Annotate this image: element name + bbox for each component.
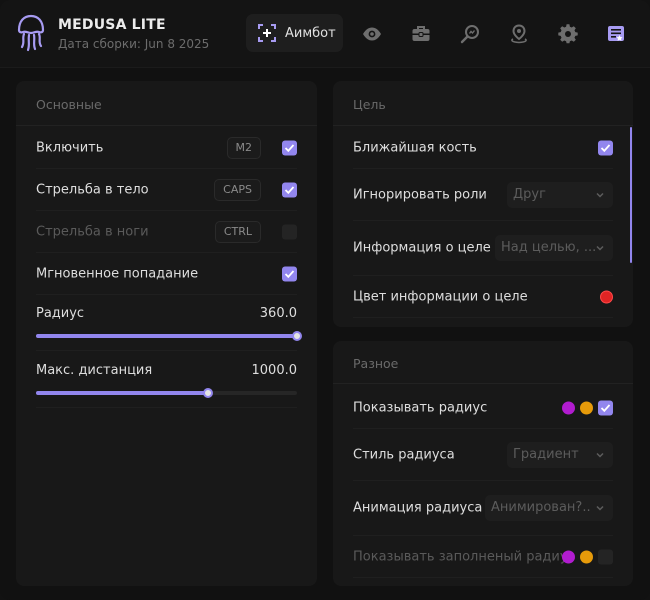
enable-checkbox[interactable]	[282, 140, 297, 155]
radius-animation-label: Анимация радиуса	[353, 500, 483, 516]
leg-shot-label: Стрельба в ноги	[36, 224, 149, 239]
radius-style-label: Стиль радиуса	[353, 447, 455, 462]
target-panel: Цель Ближайшая кость Игнорировать роли Д…	[333, 81, 633, 327]
divider	[333, 383, 633, 384]
tab-aimbot-label: Аимбот	[285, 25, 336, 41]
max-distance-slider[interactable]	[36, 388, 297, 398]
target-info-color-row: Цвет информации о целе	[353, 276, 613, 318]
body-shot-row: Стрельба в тело CAPS	[36, 169, 297, 211]
show-radius-color-2-swatch[interactable]	[580, 401, 593, 414]
radius-slider-row: Радиус 360.0	[36, 295, 302, 351]
target-info-color-swatch[interactable]	[600, 290, 613, 303]
target-info-row: Информация о целе Над целью, ...	[353, 221, 613, 276]
divider	[16, 125, 317, 126]
show-filled-radius-checkbox[interactable]	[598, 549, 613, 564]
radius-slider-thumb[interactable]	[292, 331, 302, 341]
magnifier-icon[interactable]	[460, 24, 480, 44]
chevron-down-icon	[596, 245, 604, 251]
enable-label: Включить	[36, 140, 104, 155]
leg-shot-row: Стрельба в ноги CTRL	[36, 211, 297, 253]
basic-panel: Основные Включить M2 Стрельба в тело CAP…	[16, 81, 317, 586]
body-shot-label: Стрельба в тело	[36, 182, 149, 197]
build-date: Дата сборки: Jun 8 2025	[58, 37, 210, 51]
crosshair-icon	[258, 24, 276, 42]
enable-row: Включить M2	[36, 127, 297, 169]
filled-radius-color-2-swatch[interactable]	[580, 550, 593, 563]
filled-radius-color-1-swatch[interactable]	[562, 550, 575, 563]
instant-hit-label: Мгновенное попадание	[36, 266, 199, 281]
ignore-roles-select[interactable]: Друг	[507, 181, 613, 208]
max-distance-slider-row: Макс. дистанция 1000.0	[36, 352, 297, 408]
misc-panel-title: Разное	[353, 356, 399, 371]
target-info-value: Над целью, ...	[501, 240, 597, 255]
ignore-roles-label: Игнорировать роли	[353, 187, 487, 202]
chevron-down-icon	[596, 452, 604, 458]
radius-style-row: Стиль радиуса Градиент	[353, 429, 613, 481]
divider	[333, 125, 633, 126]
max-distance-label: Макс. дистанция	[36, 363, 153, 378]
app-window: MEDUSA LITE Дата сборки: Jun 8 2025 Аимб…	[0, 0, 650, 600]
nearest-bone-label: Ближайшая кость	[353, 140, 477, 155]
misc-panel: Разное Показывать радиус Стиль радиуса Г…	[333, 341, 633, 586]
basic-panel-title: Основные	[36, 97, 102, 112]
nearest-bone-checkbox[interactable]	[598, 140, 613, 155]
gear-icon[interactable]	[558, 24, 578, 44]
radius-slider-fill	[36, 334, 297, 338]
body-shot-keybind[interactable]: CAPS	[214, 178, 261, 201]
enable-keybind[interactable]: M2	[226, 136, 261, 159]
chevron-down-icon	[596, 192, 604, 198]
instant-hit-row: Мгновенное попадание	[36, 253, 297, 295]
chevron-down-icon	[596, 505, 604, 511]
target-panel-title: Цель	[353, 97, 386, 112]
max-distance-slider-fill	[36, 391, 209, 395]
radius-style-select[interactable]: Градиент	[507, 441, 613, 468]
leg-shot-keybind[interactable]: CTRL	[214, 220, 261, 243]
tab-aimbot[interactable]: Аимбот	[246, 14, 343, 52]
show-filled-radius-row: Показывать заполненый радиус	[353, 536, 613, 578]
radius-style-value: Градиент	[513, 446, 579, 462]
max-distance-slider-thumb[interactable]	[203, 388, 214, 398]
briefcase-icon[interactable]	[411, 24, 431, 44]
max-distance-value: 1000.0	[251, 363, 298, 378]
app-title: MEDUSA LITE	[58, 17, 166, 33]
body-shot-checkbox[interactable]	[282, 182, 297, 197]
radius-value: 360.0	[259, 306, 297, 321]
instant-hit-checkbox[interactable]	[282, 266, 297, 281]
target-panel-scrollbar[interactable]	[630, 127, 632, 263]
show-radius-label: Показывать радиус	[353, 400, 488, 415]
radius-label: Радиус	[36, 306, 85, 321]
show-radius-color-1-swatch[interactable]	[562, 401, 575, 414]
show-radius-row: Показывать радиус	[353, 387, 613, 429]
target-info-color-label: Цвет информации о целе	[353, 289, 528, 304]
radius-animation-value: Анимирован?..	[491, 500, 591, 515]
eye-icon[interactable]	[362, 24, 382, 44]
config-icon[interactable]	[606, 24, 626, 44]
nearest-bone-row: Ближайшая кость	[353, 127, 613, 169]
leg-shot-checkbox[interactable]	[282, 224, 297, 239]
ignore-roles-value: Друг	[513, 186, 546, 202]
radius-animation-select[interactable]: Анимирован?..	[485, 495, 613, 521]
jellyfish-logo-icon	[17, 14, 45, 52]
header: MEDUSA LITE Дата сборки: Jun 8 2025 Аимб…	[0, 0, 650, 68]
radius-slider[interactable]	[36, 331, 302, 341]
target-info-label: Информация о целе	[353, 240, 491, 256]
ignore-roles-row: Игнорировать роли Друг	[353, 169, 613, 221]
show-filled-radius-label: Показывать заполненый радиус	[353, 549, 575, 564]
target-info-select[interactable]: Над целью, ...	[495, 235, 613, 261]
show-radius-checkbox[interactable]	[598, 400, 613, 415]
radius-animation-row: Анимация радиуса Анимирован?..	[353, 481, 613, 536]
location-pin-icon[interactable]	[509, 24, 529, 44]
